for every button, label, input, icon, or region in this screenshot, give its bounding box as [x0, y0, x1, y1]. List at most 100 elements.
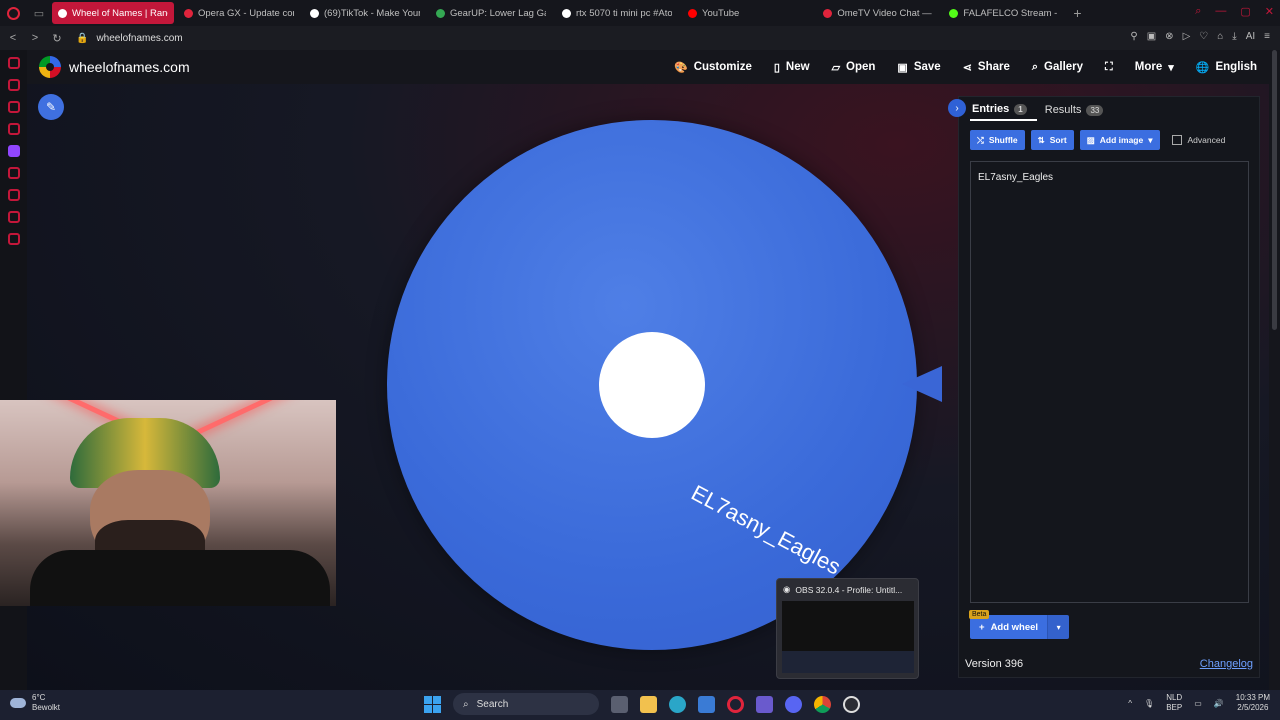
browser-tab[interactable]: Opera GX - Update comp — [178, 2, 300, 24]
settings-icon[interactable] — [7, 233, 20, 245]
open-button[interactable]: ▱ Open — [832, 61, 876, 74]
display-icon[interactable]: ▭ — [1194, 699, 1202, 708]
gx-store-icon[interactable] — [7, 79, 20, 91]
open-label: Open — [846, 61, 876, 73]
messenger-icon[interactable] — [7, 101, 20, 113]
history-icon[interactable] — [7, 189, 20, 201]
chrome-icon[interactable] — [814, 695, 831, 713]
language-indicator[interactable]: NLD BEP — [1166, 693, 1182, 713]
new-button[interactable]: ▯ New — [774, 61, 810, 74]
edge-icon[interactable] — [669, 695, 686, 713]
sort-button[interactable]: ⇅ Sort — [1030, 130, 1074, 150]
search-icon: ⌕ — [1031, 60, 1039, 73]
advanced-checkbox[interactable] — [1171, 135, 1182, 145]
tab-favicon-icon — [436, 8, 445, 18]
tab-title: YouTube — [702, 7, 740, 19]
add-wheel-dropdown[interactable]: ▾ — [1047, 615, 1070, 639]
tab-entries[interactable]: Entries 1 — [970, 99, 1037, 121]
entries-textarea[interactable]: EL7asny_Eagles — [970, 161, 1249, 603]
start-icon[interactable] — [424, 695, 441, 713]
browser-tab[interactable]: GearUP: Lower Lag Game — [430, 2, 552, 24]
download-icon[interactable]: ⤓ — [1232, 31, 1236, 42]
gx-control-icon[interactable] — [7, 57, 20, 69]
browser-tab[interactable]: YouTube — [682, 2, 745, 24]
reload-icon[interactable]: ↻ — [48, 32, 66, 45]
obs-title-text: OBS 32.0.4 - Profile: Untitl... — [795, 584, 903, 595]
snapshot-icon[interactable]: ▣ — [1147, 31, 1156, 42]
opera-gx-icon[interactable] — [727, 695, 744, 713]
pin-icon[interactable]: ⚲ — [1130, 31, 1137, 42]
weather-widget[interactable]: 6°C Bewolkt — [10, 693, 60, 713]
share-label: Share — [977, 61, 1010, 73]
save-button[interactable]: ▣ Save — [897, 61, 940, 74]
browser-tab[interactable]: (69)TikTok - Make Your D — [304, 2, 426, 24]
gmail-icon[interactable] — [7, 123, 20, 135]
tray-chevron-icon[interactable]: ^ — [1128, 699, 1132, 708]
site-logo-icon[interactable] — [39, 56, 61, 78]
changelog-link[interactable]: Changelog — [1200, 658, 1253, 670]
add-image-button[interactable]: ▨ Add image ▾ — [1079, 130, 1160, 150]
copilot-icon[interactable] — [756, 695, 773, 713]
new-tab-button[interactable]: + — [1065, 5, 1089, 21]
clock[interactable]: 10:33 PM 2/5/2026 — [1236, 693, 1270, 713]
jacket-shape — [30, 550, 330, 606]
store-icon[interactable] — [698, 695, 715, 713]
play-icon[interactable]: ▷ — [1183, 31, 1191, 42]
shuffle-button[interactable]: ⤮ Shuffle — [970, 130, 1025, 150]
advanced-toggle[interactable]: Advanced — [1171, 135, 1225, 145]
panel-tabs: Entries 1 Results 33 — [970, 99, 1113, 121]
task-view-icon[interactable] — [611, 695, 628, 713]
file-explorer-icon[interactable] — [640, 695, 657, 713]
results-count-badge: 33 — [1086, 104, 1104, 116]
maximize-icon[interactable]: ▢ — [1240, 5, 1250, 18]
forward-icon[interactable]: > — [26, 32, 44, 44]
block-icon[interactable]: ⊗ — [1165, 31, 1173, 42]
close-icon[interactable]: ✕ — [1265, 5, 1274, 18]
url-field[interactable]: 🔒 wheelofnames.com — [76, 33, 183, 44]
obs-thumbnail-bar — [782, 651, 914, 673]
language-button[interactable]: 🌐 English — [1196, 61, 1257, 74]
more-button[interactable]: More ▾ — [1135, 61, 1174, 74]
player-icon[interactable] — [7, 167, 20, 179]
wallet-icon[interactable]: ⌂ — [1217, 31, 1223, 42]
obs-icon[interactable] — [843, 695, 860, 713]
gallery-button[interactable]: ⌕ Gallery — [1032, 61, 1083, 74]
heart-icon[interactable]: ♡ — [1199, 31, 1208, 42]
browser-tab[interactable]: rtx 5070 ti mini pc #Atom — [556, 2, 678, 24]
address-bar-tools: ⚲ ▣ ⊗ ▷ ♡ ⌂ ⤓ AI ≡ — [1130, 31, 1270, 42]
name-wheel[interactable]: EL7asny_Eagles — [387, 120, 917, 650]
wheel-center[interactable] — [599, 332, 705, 438]
menu-icon[interactable]: ≡ — [1264, 31, 1270, 42]
browser-tab[interactable]: Wheel of Names | Random — [52, 2, 174, 24]
site-title[interactable]: wheelofnames.com — [69, 59, 190, 75]
customize-button[interactable]: 🎨 Customize — [674, 61, 752, 74]
tab-favicon-icon — [949, 8, 959, 18]
opera-logo-icon[interactable] — [0, 0, 26, 26]
browser-tab[interactable]: FALAFELCO Stream - Wat — [943, 2, 1065, 24]
extensions-icon[interactable] — [7, 211, 20, 223]
ai-icon[interactable]: AI — [1246, 31, 1255, 42]
minimize-icon[interactable]: — — [1215, 5, 1226, 18]
fullscreen-button[interactable]: ⛶ — [1105, 61, 1113, 74]
weather-text: 6°C Bewolkt — [32, 693, 60, 713]
discord-icon[interactable] — [785, 695, 802, 713]
browser-tab[interactable]: OmeTV Video Chat — Om — [817, 2, 939, 24]
system-tray: ^ 🎙 NLD BEP ▭ 🔊 10:33 PM 2/5/2026 — [1128, 693, 1270, 713]
microphone-icon[interactable]: 🎙 — [1144, 699, 1154, 708]
share-button[interactable]: ⋖ Share — [963, 61, 1010, 74]
page-scrollbar[interactable] — [1269, 50, 1280, 690]
tab-results[interactable]: Results 33 — [1043, 99, 1114, 121]
gallery-label: Gallery — [1044, 61, 1084, 73]
twitch-icon[interactable] — [7, 145, 20, 157]
back-icon[interactable]: < — [4, 32, 22, 44]
palette-icon: 🎨 — [673, 61, 688, 74]
scrollbar-thumb[interactable] — [1272, 50, 1277, 330]
collapse-panel-icon[interactable]: › — [948, 99, 966, 117]
search-tabs-icon[interactable]: ⌕ — [1195, 5, 1201, 18]
obs-taskbar-preview[interactable]: ◉ OBS 32.0.4 - Profile: Untitl... — [776, 578, 919, 679]
tab-menu-icon[interactable]: ▭ — [26, 0, 52, 26]
edit-pencil-icon[interactable]: ✎ — [38, 94, 64, 120]
taskbar-search[interactable]: ⌕ Search — [453, 693, 599, 715]
volume-icon[interactable]: 🔊 — [1214, 699, 1224, 708]
clock-date: 2/5/2026 — [1237, 703, 1269, 712]
